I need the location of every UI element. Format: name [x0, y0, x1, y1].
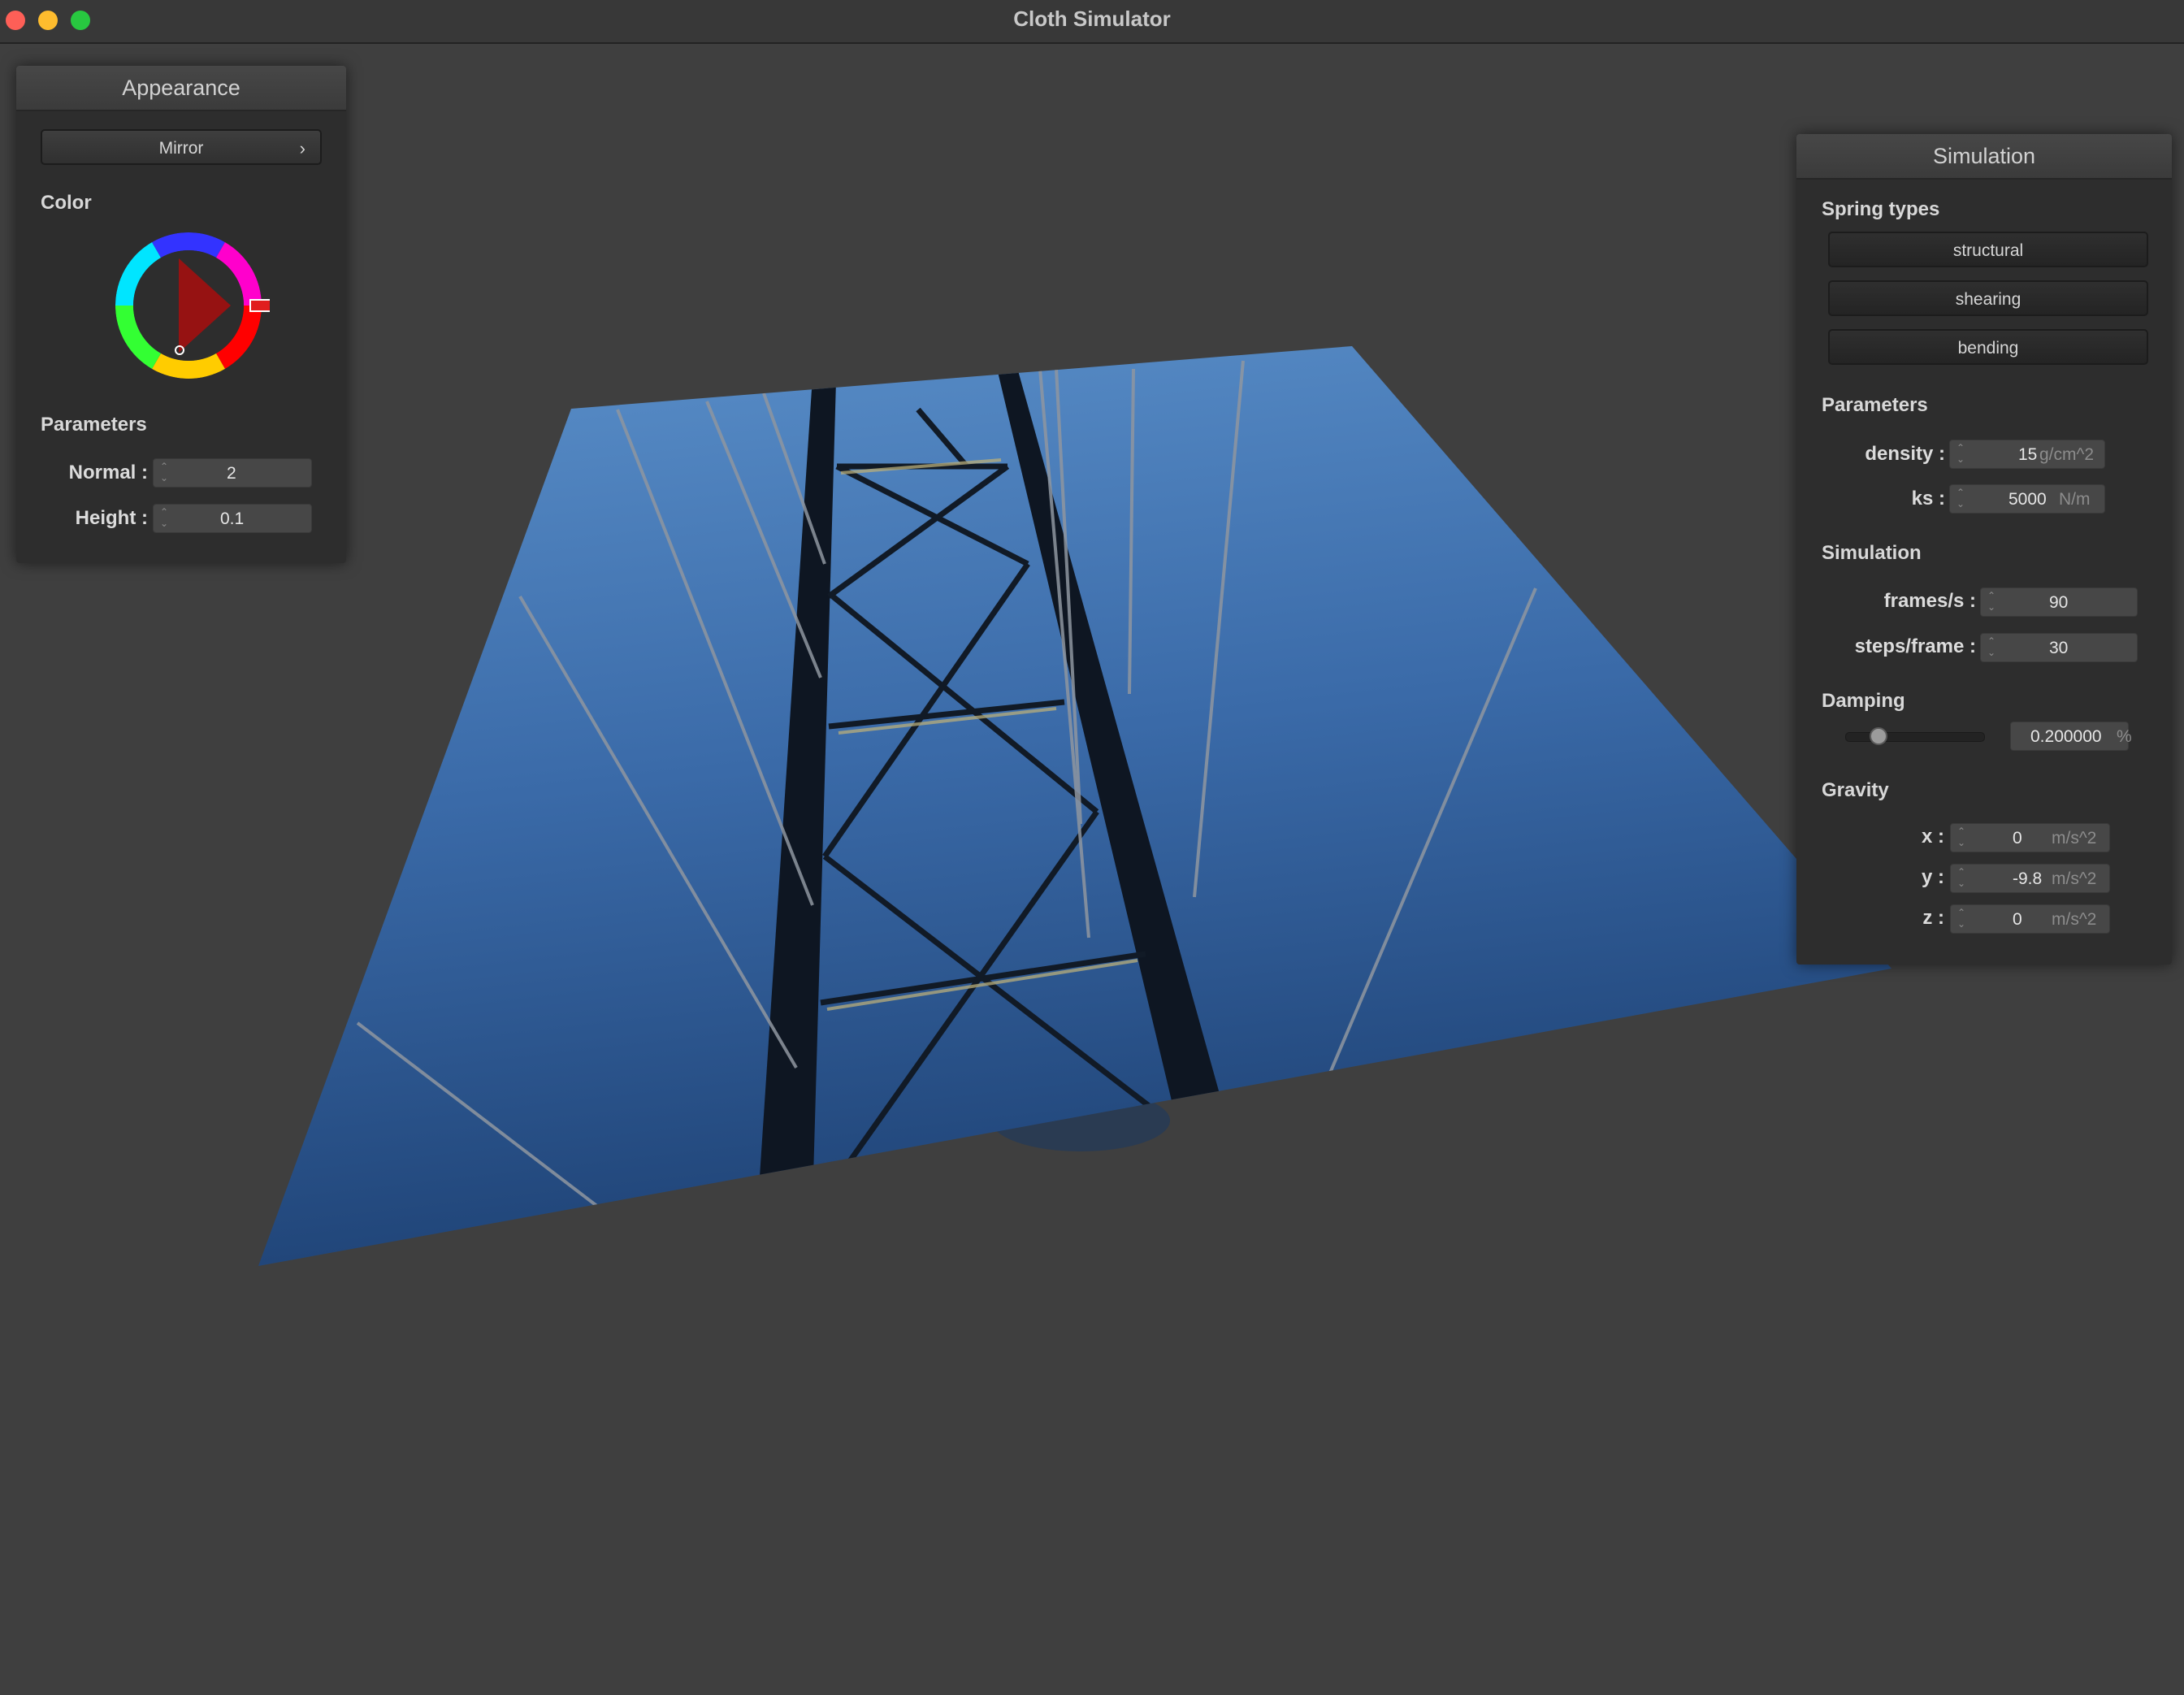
stepper-icon[interactable]: ⌃ ⌄ — [1956, 907, 1967, 931]
color-label: Color — [41, 192, 92, 214]
gravity-x-value: 0 — [2013, 829, 2022, 847]
gravity-x-label: x : — [1921, 826, 1944, 847]
shader-dropdown[interactable]: Mirror › — [41, 129, 322, 165]
appearance-header[interactable]: Appearance — [16, 66, 346, 111]
gravity-z-value: 0 — [2013, 910, 2022, 929]
ks-value: 5000 — [2008, 490, 2047, 509]
steps-per-frame-value: 30 — [2049, 639, 2069, 657]
simulation-parameters-label: Parameters — [1822, 394, 1928, 416]
gravity-y-unit: m/s^2 — [2052, 869, 2097, 888]
stepper-icon[interactable]: ⌃ ⌄ — [158, 506, 170, 531]
ks-label: ks : — [1911, 488, 1945, 509]
simulation-panel: Simulation Spring types structural shear… — [1796, 134, 2172, 965]
steps-per-frame-input[interactable]: ⌃ ⌄ 30 — [1980, 633, 2138, 662]
appearance-panel: Appearance Mirror › Color Parameters Nor… — [16, 66, 346, 563]
gravity-y-value: -9.8 — [2013, 869, 2043, 888]
gravity-x-unit: m/s^2 — [2052, 829, 2097, 847]
steps-per-frame-label: steps/frame : — [1854, 635, 1976, 657]
structural-toggle[interactable]: structural — [1828, 232, 2148, 267]
hue-selector[interactable] — [249, 299, 270, 312]
stepper-icon[interactable]: ⌃ ⌄ — [1955, 442, 1966, 466]
stepper-icon[interactable]: ⌃ ⌄ — [1955, 487, 1966, 511]
window-title: Cloth Simulator — [1013, 7, 1171, 31]
simulation-section-label: Simulation — [1822, 542, 1922, 564]
ks-unit: N/m — [2059, 490, 2091, 509]
stepper-icon[interactable]: ⌃ ⌄ — [158, 461, 170, 485]
damping-label: Damping — [1822, 690, 1905, 712]
damping-slider[interactable] — [1845, 732, 1985, 742]
gravity-z-unit: m/s^2 — [2052, 910, 2097, 929]
frames-per-s-value: 90 — [2049, 593, 2069, 612]
height-label: Height : — [75, 507, 148, 529]
stepper-icon[interactable]: ⌃ ⌄ — [1956, 866, 1967, 891]
shearing-toggle[interactable]: shearing — [1828, 280, 2148, 316]
frames-per-s-label: frames/s : — [1883, 590, 1976, 612]
frames-per-s-input[interactable]: ⌃ ⌄ 90 — [1980, 587, 2138, 617]
appearance-parameters-label: Parameters — [41, 414, 147, 436]
gravity-z-label: z : — [1922, 907, 1944, 929]
stepper-icon[interactable]: ⌃ ⌄ — [1986, 590, 1997, 614]
stepper-icon[interactable]: ⌃ ⌄ — [1956, 826, 1967, 850]
normal-input[interactable]: ⌃ ⌄ 2 — [153, 458, 312, 488]
density-unit: g/cm^2 — [2039, 445, 2095, 464]
normal-value: 2 — [227, 464, 236, 483]
gravity-x-input[interactable]: ⌃ ⌄ 0 m/s^2 — [1950, 823, 2110, 852]
normal-label: Normal : — [68, 462, 148, 483]
gravity-label: Gravity — [1822, 779, 1889, 801]
shader-dropdown-label: Mirror — [158, 139, 204, 158]
gravity-y-input[interactable]: ⌃ ⌄ -9.8 m/s^2 — [1950, 864, 2110, 893]
stepper-icon[interactable]: ⌃ ⌄ — [1986, 635, 1997, 660]
damping-unit: % — [2117, 727, 2132, 746]
ks-input[interactable]: ⌃ ⌄ 5000 N/m — [1949, 484, 2105, 514]
gravity-y-label: y : — [1921, 866, 1944, 888]
simulation-header[interactable]: Simulation — [1796, 134, 2172, 180]
damping-value: 0.200000 — [2030, 727, 2102, 746]
title-bar: Cloth Simulator — [0, 0, 2184, 44]
gravity-z-input[interactable]: ⌃ ⌄ 0 m/s^2 — [1950, 904, 2110, 934]
bending-toggle[interactable]: bending — [1828, 329, 2148, 365]
height-input[interactable]: ⌃ ⌄ 0.1 — [153, 504, 312, 533]
spring-types-label: Spring types — [1822, 198, 1940, 220]
chevron-right-icon: › — [299, 138, 306, 158]
density-value: 15 — [2018, 445, 2038, 464]
damping-slider-knob[interactable] — [1869, 727, 1887, 745]
color-wheel[interactable] — [107, 224, 270, 387]
damping-input[interactable]: 0.200000 % — [2010, 722, 2132, 751]
density-input[interactable]: ⌃ ⌄ 15 g/cm^2 — [1949, 440, 2105, 469]
density-label: density : — [1865, 443, 1945, 465]
height-value: 0.1 — [220, 509, 245, 528]
